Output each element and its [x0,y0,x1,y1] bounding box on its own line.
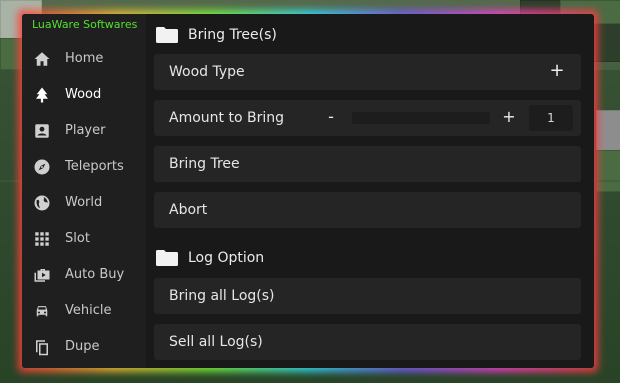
amount-value-box[interactable]: 1 [529,105,573,131]
bring-tree-button[interactable]: Bring Tree [154,146,581,182]
sidebar-item-label: Teleports [65,159,124,174]
expand-plus-icon[interactable]: + [547,61,567,81]
row-label: Sell all Log(s) [169,334,263,350]
brand-title: LuaWare Softwares [32,18,138,31]
sidebar-item-player[interactable]: Player [22,114,146,148]
wood-type-dropdown[interactable]: Wood Type + [154,54,581,90]
hub-window: LuaWare Softwares Home Wood Player Telep… [22,14,594,368]
sidebar-item-label: Wood [65,87,102,102]
row-label: Bring Tree [169,156,240,172]
sidebar-item-label: Dupe [65,339,100,354]
sidebar-item-vehicle[interactable]: Vehicle [22,294,146,328]
sidebar: LuaWare Softwares Home Wood Player Telep… [22,14,146,368]
amount-to-bring-slider-row: Amount to Bring - + 1 [154,100,581,136]
abort-button[interactable]: Abort [154,192,581,228]
folder-icon [156,27,178,43]
copy-icon [36,340,48,356]
section-title: Bring Tree(s) [188,27,277,43]
sidebar-item-label: Player [65,123,106,138]
sidebar-item-label: Slot [65,231,90,246]
sidebar-item-slot[interactable]: Slot [22,222,146,256]
row-label: Abort [169,202,208,218]
sidebar-item-wood[interactable]: Wood [22,78,146,112]
sidebar-item-world[interactable]: World [22,186,146,220]
row-label: Bring all Log(s) [169,288,275,304]
increment-button[interactable]: + [500,107,518,127]
sidebar-item-teleports[interactable]: Teleports [22,150,146,184]
section-header-log-option: Log Option [156,247,264,269]
row-label: Amount to Bring [169,110,284,126]
player-icon [35,124,49,138]
sidebar-item-label: Home [65,51,104,66]
background-block [596,110,620,152]
home-icon [34,52,50,66]
section-header-bring-trees: Bring Tree(s) [156,24,277,46]
folder-icon [156,250,178,266]
grid-icon [35,232,49,246]
sidebar-item-auto-buy[interactable]: Auto Buy [22,258,146,292]
compass-icon [34,159,50,175]
bring-all-logs-button[interactable]: Bring all Log(s) [154,278,581,314]
tree-icon [36,87,48,103]
amount-slider[interactable] [352,112,490,124]
shopping-bag-icon [34,269,50,282]
background-block [596,150,620,192]
globe-icon [34,195,50,211]
sidebar-item-label: Vehicle [65,303,112,318]
sidebar-item-dupe[interactable]: Dupe [22,330,146,364]
row-label: Wood Type [169,64,245,80]
sidebar-item-label: World [65,195,103,210]
section-title: Log Option [188,250,265,266]
decrement-button[interactable]: - [324,107,338,127]
car-icon [36,306,48,317]
main-content: Bring Tree(s) Wood Type + Amount to Brin… [146,14,594,368]
sidebar-item-label: Auto Buy [65,267,125,282]
sidebar-item-home[interactable]: Home [22,42,146,76]
sell-all-logs-button[interactable]: Sell all Log(s) [154,324,581,360]
